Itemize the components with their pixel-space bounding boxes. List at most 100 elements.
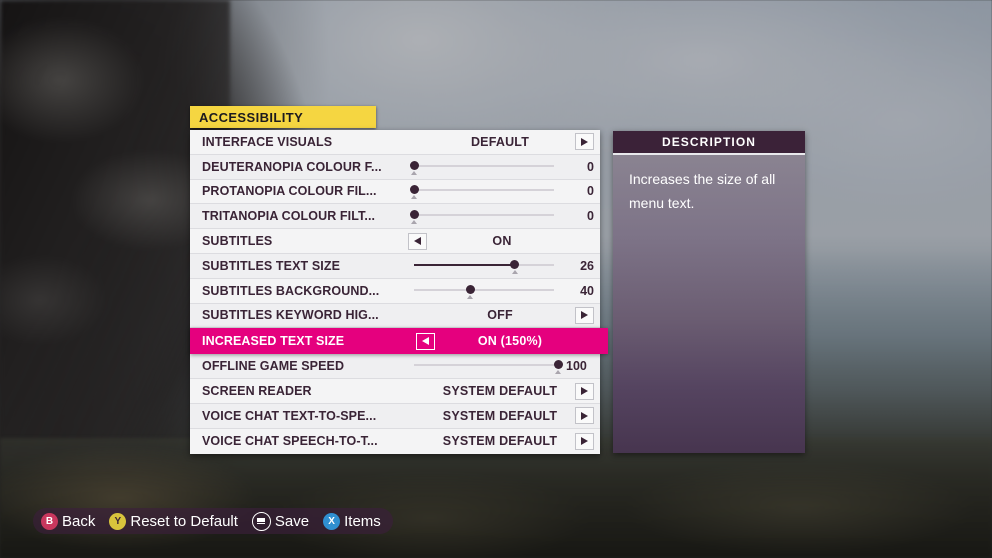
settings-row[interactable]: PROTANOPIA COLOUR FIL... 0 — [190, 179, 600, 205]
arrow-spacer — [585, 334, 602, 349]
chevron-right-icon[interactable] — [575, 432, 594, 450]
settings-row[interactable]: VOICE CHAT TEXT-TO-SPE... SYSTEM DEFAULT — [190, 403, 600, 429]
slider-control: 40 — [402, 279, 600, 303]
slider-track — [414, 364, 558, 367]
description-header: DESCRIPTION — [613, 131, 805, 155]
description-header-label: DESCRIPTION — [661, 135, 757, 149]
arrow-spacer — [408, 134, 425, 149]
settings-row-label: TRITANOPIA COLOUR FILT... — [202, 209, 376, 224]
slider-control: 0 — [402, 204, 600, 228]
menu-button-icon — [251, 511, 271, 531]
settings-row-label: DEUTERANOPIA COLOUR F... — [202, 159, 382, 174]
settings-row-label: VOICE CHAT SPEECH-TO-T... — [202, 434, 378, 449]
settings-list: INTERFACE VISUALS DEFAULT DEUTERANOPIA COL… — [190, 130, 608, 454]
x-button-icon: X — [323, 512, 341, 530]
background-foreground-terrain — [0, 438, 992, 558]
settings-row-label: SUBTITLES BACKGROUND... — [202, 283, 380, 298]
slider-track-area[interactable] — [409, 155, 554, 179]
chevron-right-icon[interactable] — [575, 133, 594, 151]
triangle-glyph — [581, 437, 588, 446]
slider-value: 100 — [566, 359, 587, 374]
description-panel: DESCRIPTION Increases the size of all me… — [613, 131, 805, 453]
triangle-glyph — [581, 137, 588, 146]
slider-control: 100 — [402, 354, 600, 378]
option-value: SYSTEM DEFAULT — [442, 408, 558, 423]
chevron-right-icon[interactable] — [575, 407, 594, 425]
settings-row[interactable]: INCREASED TEXT SIZE ON (150%) — [190, 328, 608, 355]
settings-row[interactable]: SUBTITLES KEYWORD HIG... OFF — [190, 303, 600, 329]
button-hint-bar: B Back Y Reset to Default Save X Items — [33, 508, 393, 534]
chevron-left-icon[interactable] — [416, 332, 435, 350]
settings-row-label: INTERFACE VISUALS — [202, 134, 333, 149]
option-value: OFF — [487, 308, 513, 323]
arrow-spacer — [408, 308, 425, 323]
slider-value: 0 — [587, 159, 594, 174]
option-value: DEFAULT — [470, 134, 530, 149]
settings-row-label: SUBTITLES — [202, 234, 273, 249]
slider-track-area[interactable] — [414, 354, 563, 378]
settings-row-label: SUBTITLES KEYWORD HIG... — [202, 308, 379, 323]
button-hint-label: Back — [62, 512, 96, 530]
option-value: SYSTEM DEFAULT — [442, 434, 558, 449]
settings-row[interactable]: SUBTITLES BACKGROUND... 40 — [190, 278, 600, 304]
slider-track-area[interactable] — [414, 254, 554, 278]
menu-lines-glyph — [257, 518, 266, 524]
triangle-glyph — [581, 311, 588, 320]
settings-row-label: SCREEN READER — [202, 384, 312, 399]
chevron-right-icon[interactable] — [575, 382, 594, 400]
settings-row-label: PROTANOPIA COLOUR FIL... — [202, 184, 377, 199]
button-hint[interactable]: X Items — [323, 512, 381, 530]
settings-row[interactable]: SUBTITLES ON — [190, 229, 600, 254]
settings-row[interactable]: SCREEN READER SYSTEM DEFAULT — [190, 379, 600, 404]
settings-row[interactable]: OFFLINE GAME SPEED 100 — [190, 354, 600, 380]
menu-line — [257, 522, 266, 524]
settings-row[interactable]: DEUTERANOPIA COLOUR F... 0 — [190, 154, 600, 180]
button-hint[interactable]: Save — [251, 511, 309, 531]
slider-knob[interactable] — [553, 360, 563, 370]
button-glyph-letter: Y — [114, 515, 122, 527]
button-hint[interactable]: Y Reset to Default — [109, 512, 238, 530]
game-settings-screen: ACCESSIBILITY INTERFACE VISUALS DEFAULT DE… — [0, 0, 992, 558]
slider-control: 0 — [402, 155, 600, 179]
y-button-icon: Y — [109, 512, 127, 530]
button-glyph-letter: X — [328, 515, 335, 527]
arrow-spacer — [408, 434, 425, 449]
slider-track — [414, 214, 554, 217]
slider-knob[interactable] — [409, 185, 419, 195]
slider-track — [414, 189, 554, 192]
arrow-spacer — [408, 408, 425, 423]
slider-track-area[interactable] — [414, 279, 554, 303]
slider-default-marker — [411, 220, 417, 225]
settings-row-label: OFFLINE GAME SPEED — [202, 359, 345, 374]
slider-knob[interactable] — [510, 259, 520, 269]
settings-row[interactable]: TRITANOPIA COLOUR FILT... 0 — [190, 204, 600, 230]
slider-knob[interactable] — [465, 284, 475, 294]
slider-knob[interactable] — [409, 160, 419, 170]
category-tab-accessibility[interactable]: ACCESSIBILITY — [190, 106, 376, 128]
button-hint[interactable]: B Back — [41, 512, 96, 530]
slider-knob[interactable] — [409, 210, 419, 220]
triangle-glyph — [581, 387, 588, 396]
slider-default-marker — [555, 370, 561, 375]
settings-row-label: SUBTITLES TEXT SIZE — [202, 258, 341, 273]
category-tab-label: ACCESSIBILITY — [199, 109, 304, 125]
chevron-left-icon[interactable] — [408, 232, 427, 250]
slider-track-area[interactable] — [409, 180, 554, 204]
chevron-right-icon[interactable] — [575, 306, 594, 324]
slider-value: 0 — [587, 209, 594, 224]
button-glyph-letter: B — [45, 515, 54, 527]
slider-default-marker — [411, 170, 417, 175]
slider-default-marker — [411, 195, 417, 200]
slider-fill — [414, 263, 515, 266]
option-control: DEFAULT — [402, 130, 600, 154]
settings-row[interactable]: INTERFACE VISUALS DEFAULT — [190, 130, 600, 155]
description-text: Increases the size of all menu text. — [629, 171, 776, 212]
slider-track — [414, 288, 554, 291]
settings-row[interactable]: VOICE CHAT SPEECH-TO-T... SYSTEM DEFAULT — [190, 428, 600, 454]
description-body: Increases the size of all menu text. — [613, 155, 805, 453]
settings-row-label: VOICE CHAT TEXT-TO-SPE... — [202, 408, 377, 423]
triangle-glyph — [414, 237, 421, 246]
option-control: SYSTEM DEFAULT — [402, 379, 600, 403]
slider-track-area[interactable] — [409, 204, 554, 228]
settings-row[interactable]: SUBTITLES TEXT SIZE 26 — [190, 253, 600, 279]
